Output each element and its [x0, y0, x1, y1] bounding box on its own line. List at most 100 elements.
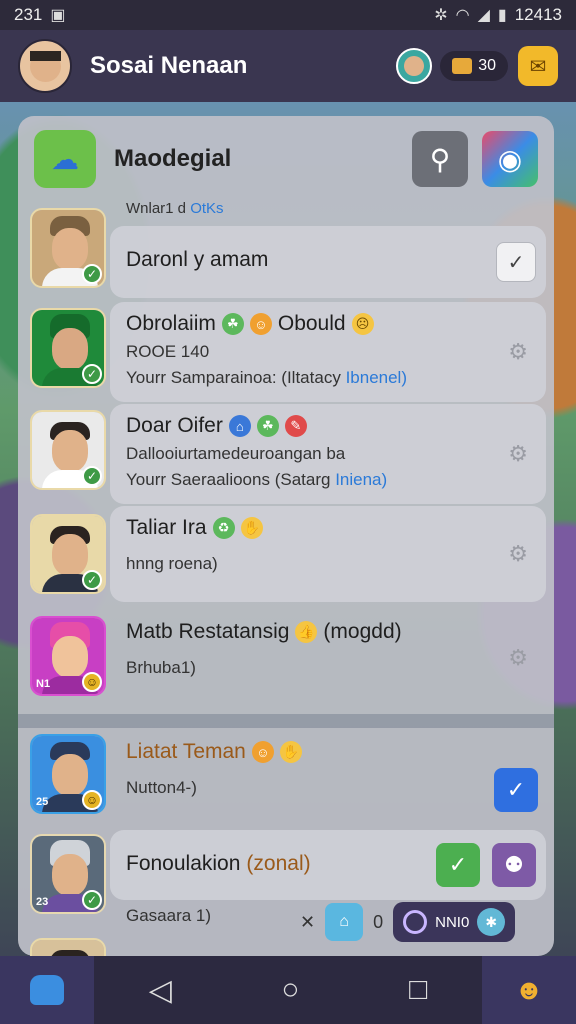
app-title: Sosai Nenaan	[90, 52, 248, 79]
panel-header: ☁ Maodegial ⚲ ◉	[18, 116, 554, 202]
settings-icon[interactable]: ⚙	[508, 339, 528, 365]
game-controller-button[interactable]: ◉	[482, 131, 538, 187]
action-strip: ✕ ⌂ 0 NNI0 ✱	[300, 902, 516, 942]
avatar	[30, 938, 106, 958]
friend-name-line: Liatat Teman ☺ ✋	[126, 740, 530, 764]
settings-icon[interactable]: ⚙	[508, 541, 528, 567]
status-clock: 12413	[514, 5, 562, 24]
chat-bubble-icon[interactable]: ✉	[518, 46, 558, 86]
friend-card[interactable]: Daronl y amam ✓	[110, 226, 546, 298]
bluetooth-icon: ✲	[434, 7, 448, 24]
gift-count: 0	[373, 911, 384, 932]
verified-badge: ✓	[82, 466, 102, 486]
friend-id: ROOE 140	[126, 342, 210, 361]
avatar: ✓ 23	[30, 834, 106, 914]
friend-name-line: Doar Oifer ⌂ ☘ ✎	[126, 414, 530, 438]
leaf-emoji-icon: ☘	[256, 415, 279, 437]
check-icon: ✓	[448, 852, 468, 877]
gift-icon: ⌂	[339, 913, 349, 930]
friend-bio: Dallooiurtamedeuroangan ba	[126, 444, 346, 463]
section-divider	[18, 714, 554, 728]
laugh-emoji-icon: ☺	[251, 741, 274, 763]
friend-name-line: Obrolaiim ☘ ☺ Obould ☹	[126, 312, 530, 336]
friend-avatar[interactable]	[396, 48, 433, 84]
smile-badge: ☺	[82, 672, 102, 692]
avatar: ✓	[30, 514, 106, 594]
status-bar: 231 ▣ ✲ ◠ ◢ ▮ 12413	[0, 0, 576, 30]
verified-badge: ✓	[82, 890, 102, 910]
accept-button[interactable]: ✓	[436, 843, 480, 887]
friend-status: Gasaara 1)	[126, 906, 212, 925]
smile-badge: ☺	[82, 790, 102, 810]
avatar-face	[29, 50, 61, 82]
user-icon: ⚉	[504, 852, 524, 877]
system-nav: ◁ ○ □	[94, 973, 482, 1008]
friends-panel: ☁ Maodegial ⚲ ◉ Wnlar1 d OtKs ✓ Daronl y…	[18, 116, 554, 958]
friend-card[interactable]: Liatat Teman ☺ ✋ Nutton4-)	[110, 730, 546, 826]
back-icon[interactable]: ◁	[149, 973, 172, 1008]
wifi-icon: ◠	[455, 7, 470, 24]
friend-card[interactable]: Fonoulakion (zonal) ✓ ⚉	[110, 830, 546, 900]
settings-icon[interactable]: ⚙	[508, 645, 528, 671]
search-icon: ⚲	[429, 143, 451, 175]
coin-icon	[452, 58, 473, 74]
list-item[interactable]: ✓ Daronl y amam ✓	[18, 206, 554, 298]
search-button[interactable]: ⚲	[412, 131, 468, 187]
friend-name: Daronl y amam	[126, 248, 269, 271]
reject-button[interactable]: ⚉	[492, 843, 536, 887]
friend-card[interactable]: Doar Oifer ⌂ ☘ ✎ Dallooiurtamedeuroangan…	[110, 404, 546, 504]
app-header: Sosai Nenaan 30 ✉	[0, 30, 576, 102]
game-app-icon[interactable]: ☁	[34, 130, 96, 188]
friend-status: Yourr Saeraalioons (Satarg Iniena)	[126, 470, 388, 489]
list-item[interactable]: ✓ Obrolaiim ☘ ☺ Obould ☹ ROOE 140 Yourr …	[18, 302, 554, 402]
avatar: ✓	[30, 410, 106, 490]
shuffle-icon[interactable]: ✕	[300, 912, 315, 933]
verified-badge: ✓	[82, 264, 102, 284]
signal-icon: ◢	[477, 7, 490, 24]
accept-checkbox[interactable]: ✓	[494, 768, 538, 812]
select-checkbox[interactable]: ✓	[496, 242, 536, 282]
profile-avatar[interactable]	[18, 39, 72, 93]
list-item[interactable]: ☺ 25 Liatat Teman ☺ ✋ Nutton4-) ✓	[18, 730, 554, 830]
house-emoji-icon: ⌂	[228, 415, 251, 437]
friend-name-line: Taliar Ira ♻ ✋	[126, 516, 530, 540]
gear-round-icon: ✱	[477, 908, 506, 936]
settings-icon[interactable]: ⚙	[508, 441, 528, 467]
level-label: 25	[36, 796, 49, 808]
friend-status: Yourr Samparainoa: (Iltatacy Ibnenel)	[126, 368, 407, 387]
list-item[interactable]: ✓ Taliar Ira ♻ ✋ hnng roena) ⚙	[18, 506, 554, 606]
avatar: ✓	[30, 308, 106, 388]
friend-card[interactable]: Obrolaiim ☘ ☺ Obould ☹ ROOE 140 Yourr Sa…	[110, 302, 546, 402]
notification-icon: ▣	[50, 7, 66, 24]
friend-status: Brhuba1)	[126, 658, 196, 677]
avatar: ☺ 25	[30, 734, 106, 814]
controller-icon: ◉	[497, 143, 523, 175]
level-label: 23	[36, 896, 49, 908]
ring-icon	[403, 910, 428, 934]
friend-name-line: Matb Restatansig 👍 (mogdd)	[126, 620, 402, 643]
navigation-bar: ◁ ○ □ ☻	[0, 956, 576, 1024]
home-tab[interactable]	[0, 956, 94, 1024]
friends-icon: ☻	[514, 974, 544, 1005]
coin-counter[interactable]: 30	[440, 51, 508, 81]
level-label: N1	[36, 678, 51, 690]
friend-status: Nutton4-)	[126, 778, 197, 797]
friend-card[interactable]: Matb Restatansig 👍 (mogdd) Brhuba1) ⚙	[110, 610, 546, 706]
list-item[interactable]: ☺ N1 Matb Restatansig 👍 (mogdd) Brhuba1)…	[18, 610, 554, 710]
home-icon	[30, 975, 64, 1005]
check-icon: ✓	[506, 777, 526, 802]
thumbs-up-emoji-icon: 👍	[295, 621, 318, 643]
home-circle-icon[interactable]: ○	[281, 973, 299, 1007]
social-tab[interactable]: ☻	[482, 956, 576, 1024]
recents-icon[interactable]: □	[409, 973, 427, 1007]
leaf-emoji-icon: ☘	[221, 313, 244, 335]
status-time: 231	[14, 5, 43, 24]
battery-icon: ▮	[497, 7, 507, 24]
request-actions: ✓ ⚉	[436, 843, 536, 887]
list-item[interactable]: ✓ Doar Oifer ⌂ ☘ ✎ Dallooiurtamedeuroang…	[18, 404, 554, 504]
friend-card[interactable]: Taliar Ira ♻ ✋ hnng roena) ⚙	[110, 506, 546, 602]
coin-count: 30	[478, 57, 496, 74]
smile-emoji-icon: ☺	[249, 313, 272, 335]
gift-button[interactable]: ⌂	[325, 903, 364, 941]
status-pill[interactable]: NNI0 ✱	[393, 902, 516, 942]
